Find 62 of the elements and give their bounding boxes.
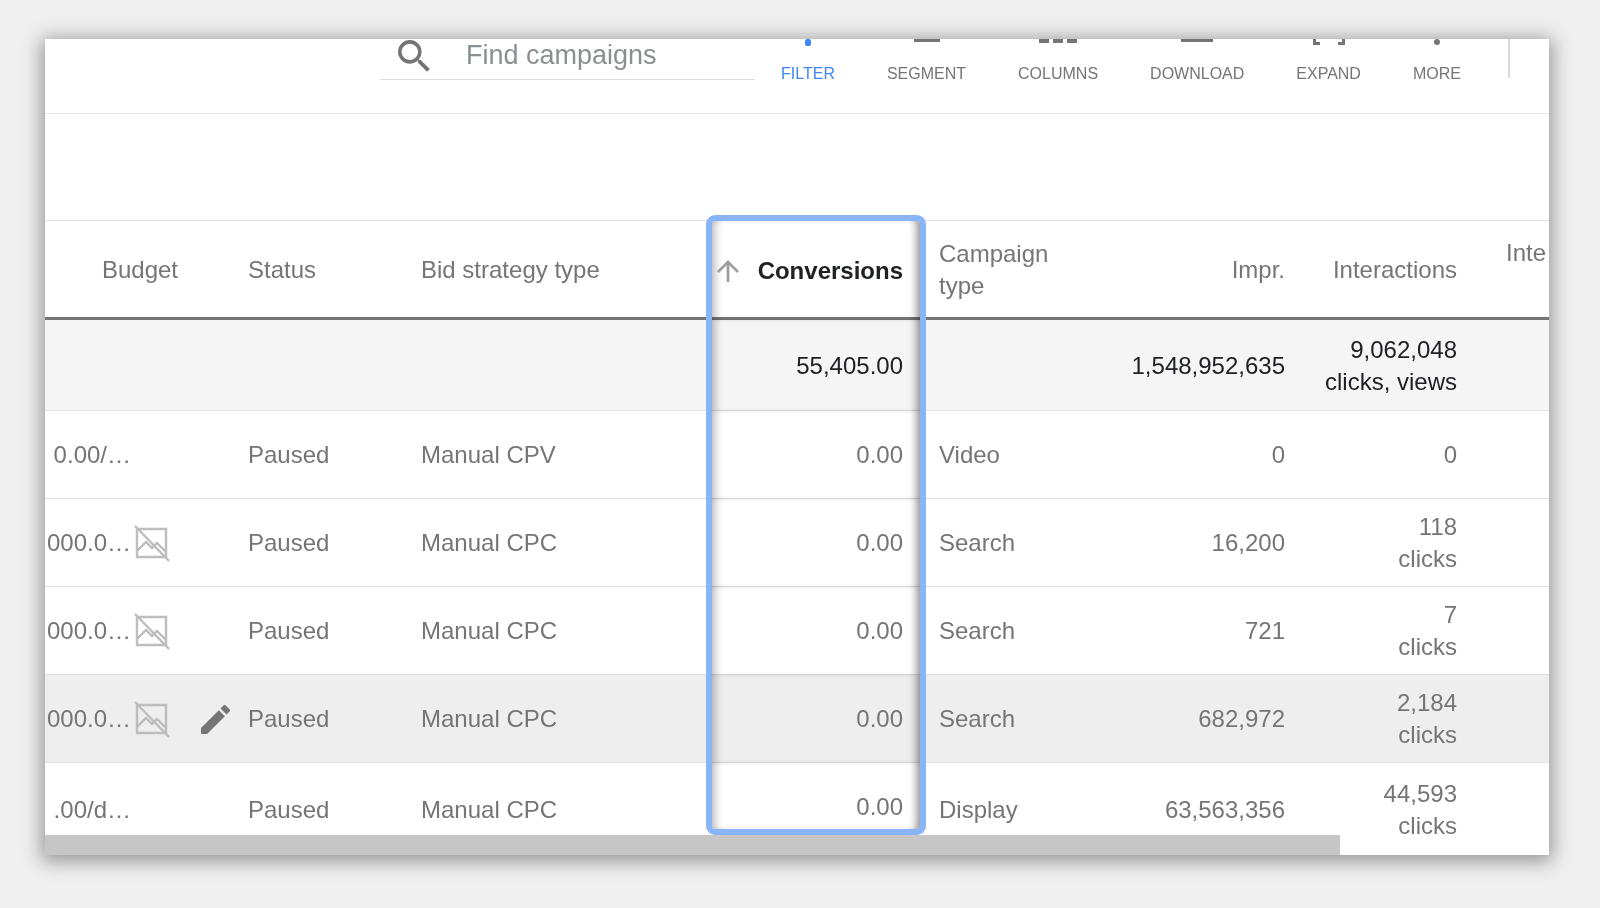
budget-value: 000.0… bbox=[45, 616, 131, 646]
campaign-type-text: Search bbox=[939, 616, 1016, 646]
budget-value: .00/d… bbox=[52, 795, 131, 825]
filter-button[interactable]: FILTER bbox=[755, 39, 861, 89]
column-header[interactable]: Status bbox=[190, 220, 412, 320]
conversions-value: 0.00 bbox=[856, 616, 903, 646]
status-text: Paused bbox=[248, 795, 330, 825]
arrow-up-icon bbox=[717, 259, 739, 282]
bid-strategy-text: Manual CPC bbox=[421, 704, 558, 734]
conversions-value: 0.00 bbox=[856, 792, 903, 822]
total-interactions: 9,062,048 clicks, views bbox=[1325, 334, 1457, 397]
bid-strategy-text: Manual CPC bbox=[421, 528, 558, 558]
impressions-value: 0 bbox=[1271, 440, 1285, 470]
columns-icon bbox=[1039, 39, 1078, 43]
campaign-type-text: Search bbox=[939, 528, 1016, 558]
total-conversions: 55,405.00 bbox=[796, 350, 903, 381]
interactions-value: 7 clicks bbox=[1398, 600, 1457, 662]
interactions-value: 118 clicks bbox=[1398, 512, 1457, 574]
conversions-value: 0.00 bbox=[856, 440, 903, 470]
conversions-value: 0.00 bbox=[856, 528, 903, 558]
budget-value: 000.0… bbox=[45, 528, 131, 558]
expand-icon bbox=[1312, 39, 1345, 45]
column-header[interactable]: Bid strategy type bbox=[412, 220, 706, 320]
interactions-value: 0 bbox=[1443, 440, 1457, 470]
impressions-value: 682,972 bbox=[1198, 704, 1285, 734]
bid-strategy-text: Manual CPV bbox=[421, 440, 556, 470]
columns-button[interactable]: COLUMNS bbox=[992, 39, 1125, 89]
download-icon bbox=[1181, 39, 1214, 42]
impressions-value: 16,200 bbox=[1211, 528, 1285, 558]
campaign-type-text: Search bbox=[939, 704, 1016, 734]
status-text: Paused bbox=[248, 528, 330, 558]
status-text: Paused bbox=[248, 440, 330, 470]
conversions-value: 0.00 bbox=[856, 704, 903, 734]
segment-icon bbox=[913, 39, 940, 42]
budget-value: 000.0… bbox=[45, 704, 131, 734]
more-icon bbox=[1433, 39, 1440, 45]
total-impressions: 1,548,952,635 bbox=[1131, 350, 1285, 381]
filter-icon bbox=[804, 39, 811, 46]
search-icon bbox=[398, 40, 430, 72]
status-text: Paused bbox=[248, 704, 330, 734]
budget-value: 0.00/… bbox=[52, 440, 131, 470]
more-button[interactable]: MORE bbox=[1386, 39, 1487, 89]
campaign-type-text: Video bbox=[939, 440, 1000, 470]
bid-strategy-text: Manual CPC bbox=[421, 616, 558, 646]
segment-button[interactable]: SEGMENT bbox=[860, 39, 993, 89]
status-text: Paused bbox=[248, 616, 330, 646]
download-button[interactable]: DOWNLOAD bbox=[1124, 39, 1271, 89]
column-header[interactable]: Campaign type bbox=[926, 220, 1100, 320]
column-header[interactable]: Budget bbox=[45, 220, 190, 320]
edit-icon[interactable] bbox=[200, 704, 230, 734]
search-field[interactable]: Find campaigns bbox=[466, 39, 756, 71]
scrollbar-thumb[interactable] bbox=[45, 835, 1340, 855]
bid-strategy-text: Manual CPC bbox=[421, 795, 558, 825]
impressions-value: 63,563,356 bbox=[1164, 795, 1285, 825]
expand-button[interactable]: EXPAND bbox=[1270, 39, 1387, 89]
column-header[interactable]: Impr. bbox=[1100, 220, 1300, 320]
impressions-value: 721 bbox=[1244, 616, 1285, 646]
column-header[interactable]: Inte bbox=[1472, 220, 1549, 320]
interactions-value: 44,593 clicks bbox=[1383, 779, 1457, 841]
column-header[interactable]: Interactions bbox=[1300, 220, 1472, 320]
interactions-value: 2,184 clicks bbox=[1396, 688, 1457, 750]
campaign-type-text: Display bbox=[939, 795, 1018, 825]
